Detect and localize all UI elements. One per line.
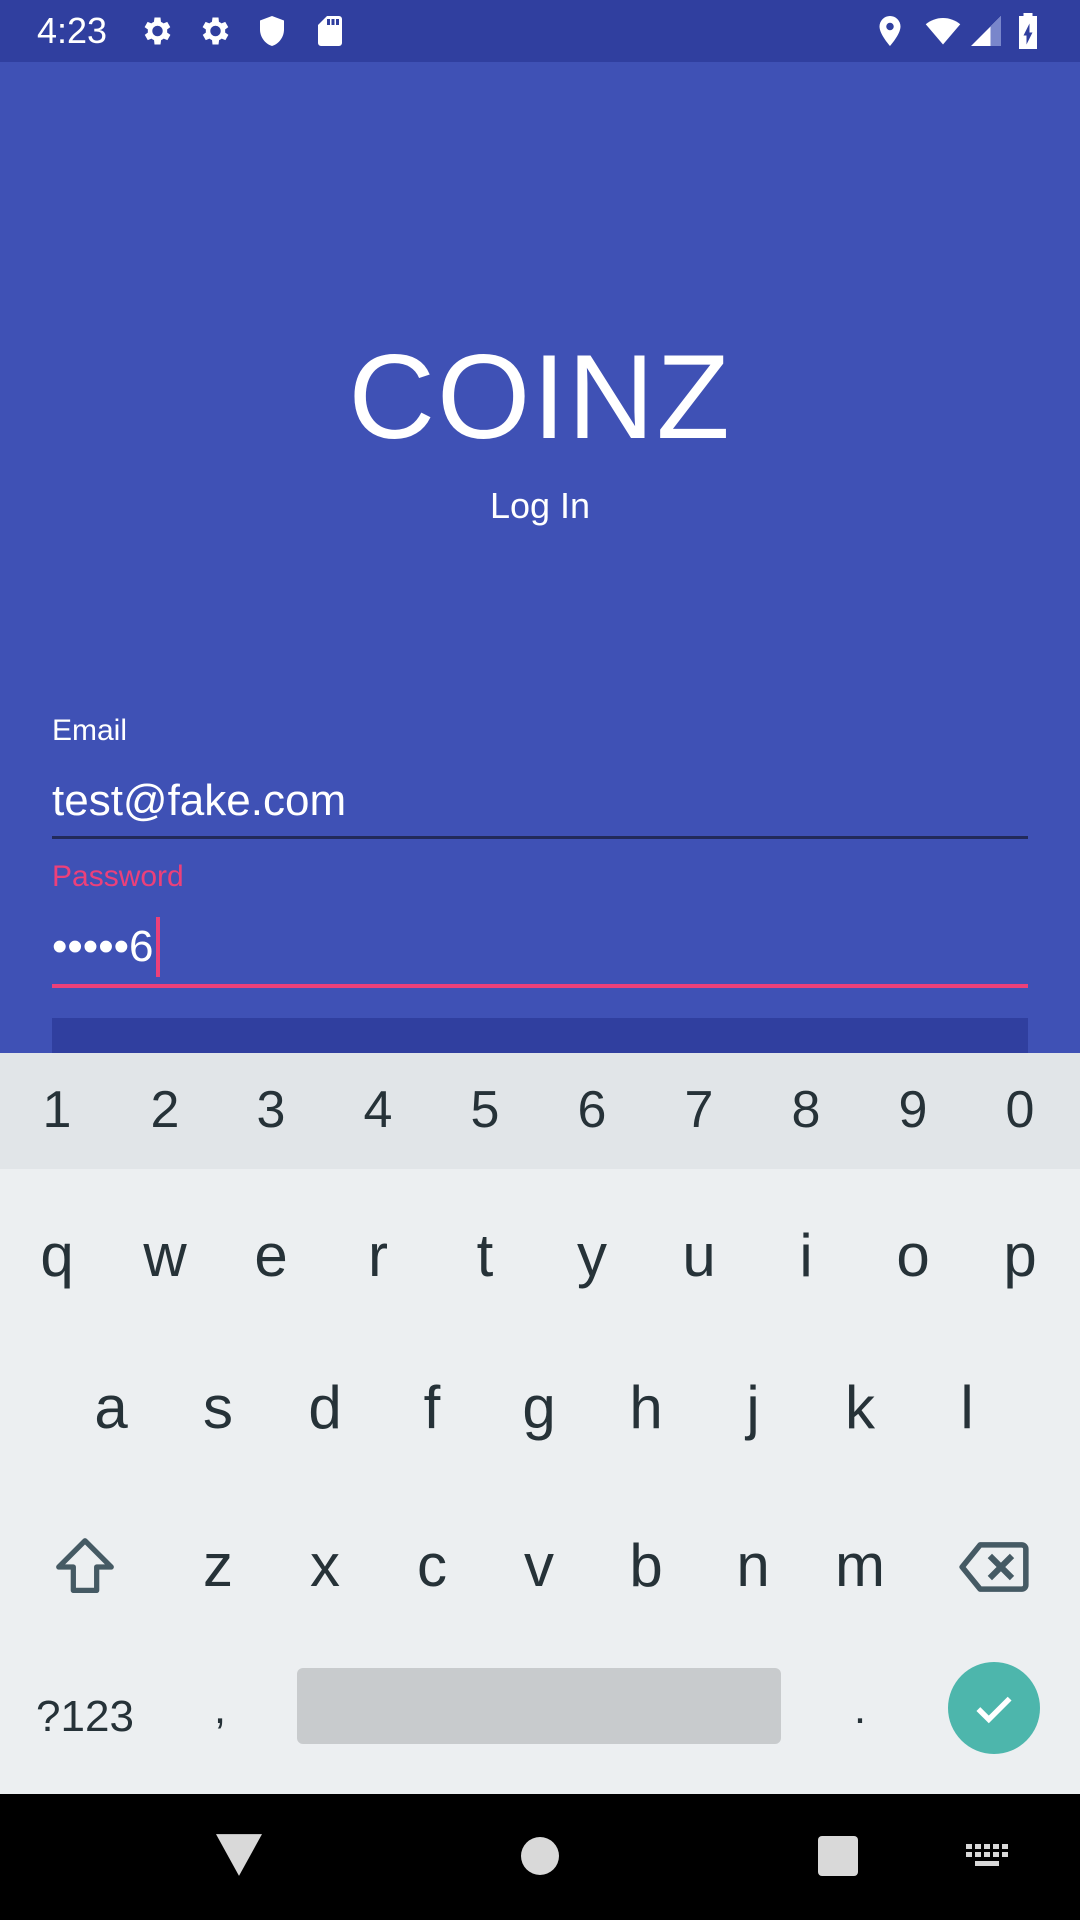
key-y[interactable]: y [542,1211,642,1301]
key-n[interactable]: n [703,1521,803,1611]
status-bar: 4:23 [0,0,1080,62]
password-value: •••••6 [52,922,154,971]
key-h[interactable]: h [596,1363,696,1453]
key-3[interactable]: 3 [221,1075,321,1145]
shift-key[interactable] [40,1523,130,1613]
key-o[interactable]: o [863,1211,963,1301]
password-label: Password [52,860,184,893]
key-8[interactable]: 8 [756,1075,856,1145]
page-subtitle: Log In [489,485,591,526]
check-icon [976,1696,1012,1724]
shift-icon [56,1537,114,1593]
soft-keyboard: 1 2 3 4 5 6 7 8 9 0 q w e r t y u i o p … [0,1053,1080,1794]
backspace-key[interactable] [946,1523,1042,1613]
space-key[interactable] [297,1668,781,1744]
key-0[interactable]: 0 [970,1075,1070,1145]
text-cursor [155,917,160,977]
wifi-icon [922,13,964,49]
key-p[interactable]: p [970,1211,1070,1301]
key-q[interactable]: q [7,1211,107,1301]
home-icon[interactable] [520,1836,560,1881]
sd-card-icon [312,13,348,49]
key-v[interactable]: v [489,1521,589,1611]
key-6[interactable]: 6 [542,1075,642,1145]
key-r[interactable]: r [328,1211,428,1301]
key-1[interactable]: 1 [7,1075,107,1145]
key-7[interactable]: 7 [649,1075,749,1145]
key-i[interactable]: i [756,1211,856,1301]
battery-charging-icon [1014,13,1042,49]
email-underline [52,836,1028,839]
key-s[interactable]: s [168,1363,268,1453]
cellular-signal-icon [968,13,1004,49]
key-z[interactable]: z [168,1521,268,1611]
back-icon[interactable] [216,1834,262,1881]
key-e[interactable]: e [221,1211,321,1301]
shield-icon [254,13,290,49]
done-key[interactable] [948,1662,1040,1754]
key-w[interactable]: w [115,1211,215,1301]
navigation-bar [0,1794,1080,1920]
key-x[interactable]: x [275,1521,375,1611]
key-2[interactable]: 2 [115,1075,215,1145]
settings-icon [196,13,232,49]
period-key[interactable]: . [810,1669,910,1749]
settings-icon [138,13,174,49]
key-9[interactable]: 9 [863,1075,963,1145]
key-t[interactable]: t [435,1211,535,1301]
key-d[interactable]: d [275,1363,375,1453]
key-g[interactable]: g [489,1363,589,1453]
key-m[interactable]: m [810,1521,910,1611]
status-time: 4:23 [37,10,108,51]
location-icon [872,13,908,49]
key-f[interactable]: f [382,1363,482,1453]
backspace-icon [959,1541,1029,1592]
password-underline [52,984,1028,988]
key-j[interactable]: j [703,1363,803,1453]
keyboard-switch-icon[interactable] [966,1844,1010,1873]
key-l[interactable]: l [917,1363,1017,1453]
recents-icon[interactable] [818,1836,858,1881]
key-c[interactable]: c [382,1521,482,1611]
key-a[interactable]: a [61,1363,161,1453]
email-field[interactable] [52,770,1028,832]
password-field[interactable]: •••••6 [52,916,160,978]
app-title: COINZ [348,330,732,464]
key-b[interactable]: b [596,1521,696,1611]
key-4[interactable]: 4 [328,1075,428,1145]
comma-key[interactable]: , [170,1669,270,1749]
key-5[interactable]: 5 [435,1075,535,1145]
key-u[interactable]: u [649,1211,749,1301]
symbols-key[interactable]: ?123 [20,1677,150,1757]
login-screen: COINZ Log In Email Password •••••6 [0,62,1080,1115]
key-k[interactable]: k [810,1363,910,1453]
email-label: Email [52,714,128,747]
